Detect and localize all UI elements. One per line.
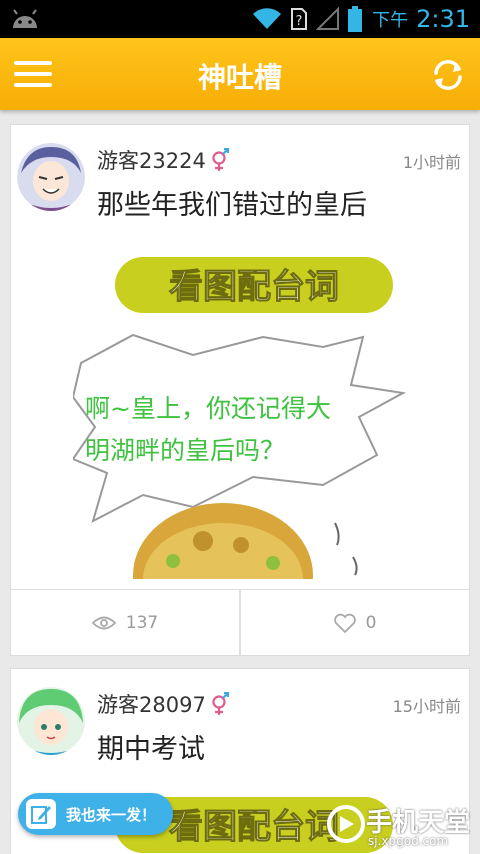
views-count: 137: [125, 612, 159, 633]
svg-text:?: ?: [296, 14, 303, 29]
like-button[interactable]: 0: [241, 590, 469, 655]
edit-icon: [26, 799, 56, 829]
status-bar: ? 下午 2:31: [0, 0, 480, 38]
post-title[interactable]: 那些年我们错过的皇后: [97, 183, 367, 222]
post-username[interactable]: 游客23224: [97, 145, 230, 175]
new-post-button[interactable]: 我也来一发！: [18, 793, 173, 835]
watermark: 手机天堂 sj.xpgod.com: [326, 800, 476, 852]
battery-icon: [348, 6, 363, 32]
avatar[interactable]: [17, 143, 85, 211]
post-username[interactable]: 游客28097: [97, 689, 230, 719]
gender-icon: [212, 148, 229, 171]
new-post-label: 我也来一发！: [66, 805, 157, 824]
post-footer: 137 0: [11, 589, 469, 655]
wifi-icon: [253, 8, 282, 30]
android-icon: [13, 9, 37, 28]
image-banner-text: 看图配台词: [169, 807, 339, 847]
heart-icon: [333, 613, 356, 633]
image-bubble-line-2: 明湖畔的皇后吗？: [85, 436, 285, 465]
no-sim-icon: ?: [291, 8, 308, 30]
gender-icon: [212, 692, 229, 715]
post-card[interactable]: 游客23224 1小时前 那些年我们错过的皇后 看图配台词 啊~皇上，你还记得大…: [10, 124, 470, 656]
app-bar: 神吐槽: [0, 38, 480, 110]
image-bubble-line-1: 啊~皇上，你还记得大: [85, 394, 331, 423]
eye-icon: [91, 616, 116, 629]
page-title: 神吐槽: [197, 61, 282, 94]
refresh-icon[interactable]: [428, 55, 468, 95]
watermark-logo-icon: [327, 805, 365, 843]
avatar[interactable]: [17, 687, 85, 755]
post-time: 15小时前: [392, 697, 461, 716]
views-counter: 137: [11, 590, 239, 655]
likes-count: 0: [365, 612, 377, 633]
post-title[interactable]: 期中考试: [97, 727, 205, 766]
post-image[interactable]: 看图配台词 啊~皇上，你还记得大 明湖畔的皇后吗？: [73, 245, 409, 579]
signal-icon: [316, 7, 340, 30]
post-time: 1小时前: [402, 153, 461, 172]
status-ampm: 下午: [372, 10, 409, 31]
watermark-url: sj.xpgod.com: [368, 834, 449, 848]
image-banner-text: 看图配台词: [169, 267, 339, 307]
status-clock: 2:31: [416, 5, 470, 33]
